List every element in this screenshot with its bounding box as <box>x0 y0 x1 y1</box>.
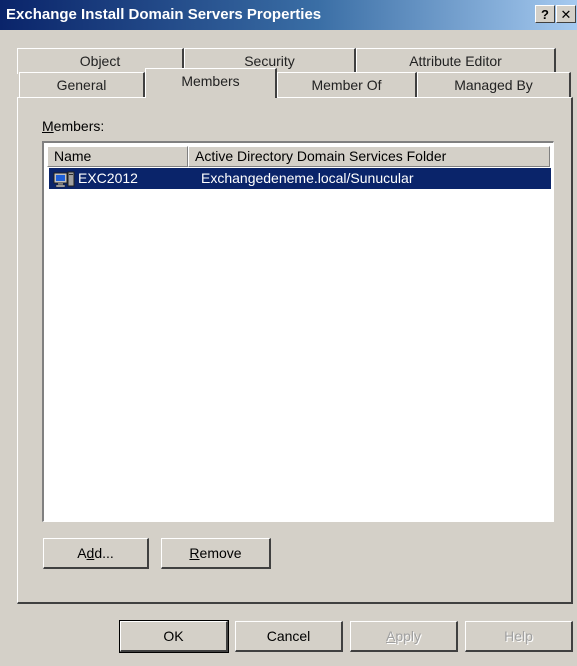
ok-button-label: OK <box>163 628 184 644</box>
tab-label: Members <box>181 73 240 89</box>
members-label-mnemonic: M <box>42 118 54 134</box>
column-header-name[interactable]: Name <box>47 146 188 167</box>
list-item[interactable]: EXC2012 Exchangedeneme.local/Sunucular <box>49 168 551 189</box>
remove-button-label: emove <box>199 545 242 561</box>
title-bar[interactable]: Exchange Install Domain Servers Properti… <box>0 0 577 30</box>
tab-general[interactable]: General <box>19 72 145 98</box>
members-label: Members: <box>42 118 104 134</box>
apply-button-label: pply <box>395 628 422 644</box>
help-button-label: Help <box>504 628 533 644</box>
tab-attribute-editor[interactable]: Attribute Editor <box>356 48 556 74</box>
column-header-folder[interactable]: Active Directory Domain Services Folder <box>188 146 550 167</box>
member-folder: Exchangedeneme.local/Sunucular <box>201 170 414 186</box>
tab-label: General <box>56 77 107 93</box>
help-icon[interactable]: ? <box>535 5 555 23</box>
remove-button-mnemonic: R <box>189 545 200 561</box>
window-title: Exchange Install Domain Servers Properti… <box>6 6 322 23</box>
computer-icon <box>53 171 75 188</box>
help-button[interactable]: Help <box>465 621 573 652</box>
members-label-text: embers: <box>53 118 105 134</box>
tab-label: Managed By <box>454 77 533 93</box>
ok-button[interactable]: OK <box>119 620 229 653</box>
column-header-label: Active Directory Domain Services Folder <box>195 148 447 164</box>
tab-label: Member Of <box>311 77 382 93</box>
column-header-label: Name <box>54 148 92 164</box>
tab-managed-by[interactable]: Managed By <box>417 72 571 98</box>
add-button-label-pre: A <box>77 545 87 561</box>
add-button[interactable]: Add... <box>43 538 149 569</box>
apply-button[interactable]: Apply <box>350 621 458 652</box>
remove-button[interactable]: Remove <box>161 538 271 569</box>
add-button-label-post: d... <box>94 545 114 561</box>
apply-button-mnemonic: A <box>385 628 396 644</box>
member-name: EXC2012 <box>78 170 138 186</box>
members-list[interactable]: Name Active Directory Domain Services Fo… <box>42 141 554 522</box>
close-icon[interactable]: ✕ <box>556 5 576 23</box>
tab-label: Security <box>244 53 295 69</box>
cancel-button[interactable]: Cancel <box>235 621 343 652</box>
cancel-button-label: Cancel <box>266 628 311 644</box>
tab-label: Attribute Editor <box>409 53 502 69</box>
tab-members[interactable]: Members <box>145 68 277 98</box>
tab-label: Object <box>79 53 121 69</box>
tab-member-of[interactable]: Member Of <box>277 72 417 98</box>
